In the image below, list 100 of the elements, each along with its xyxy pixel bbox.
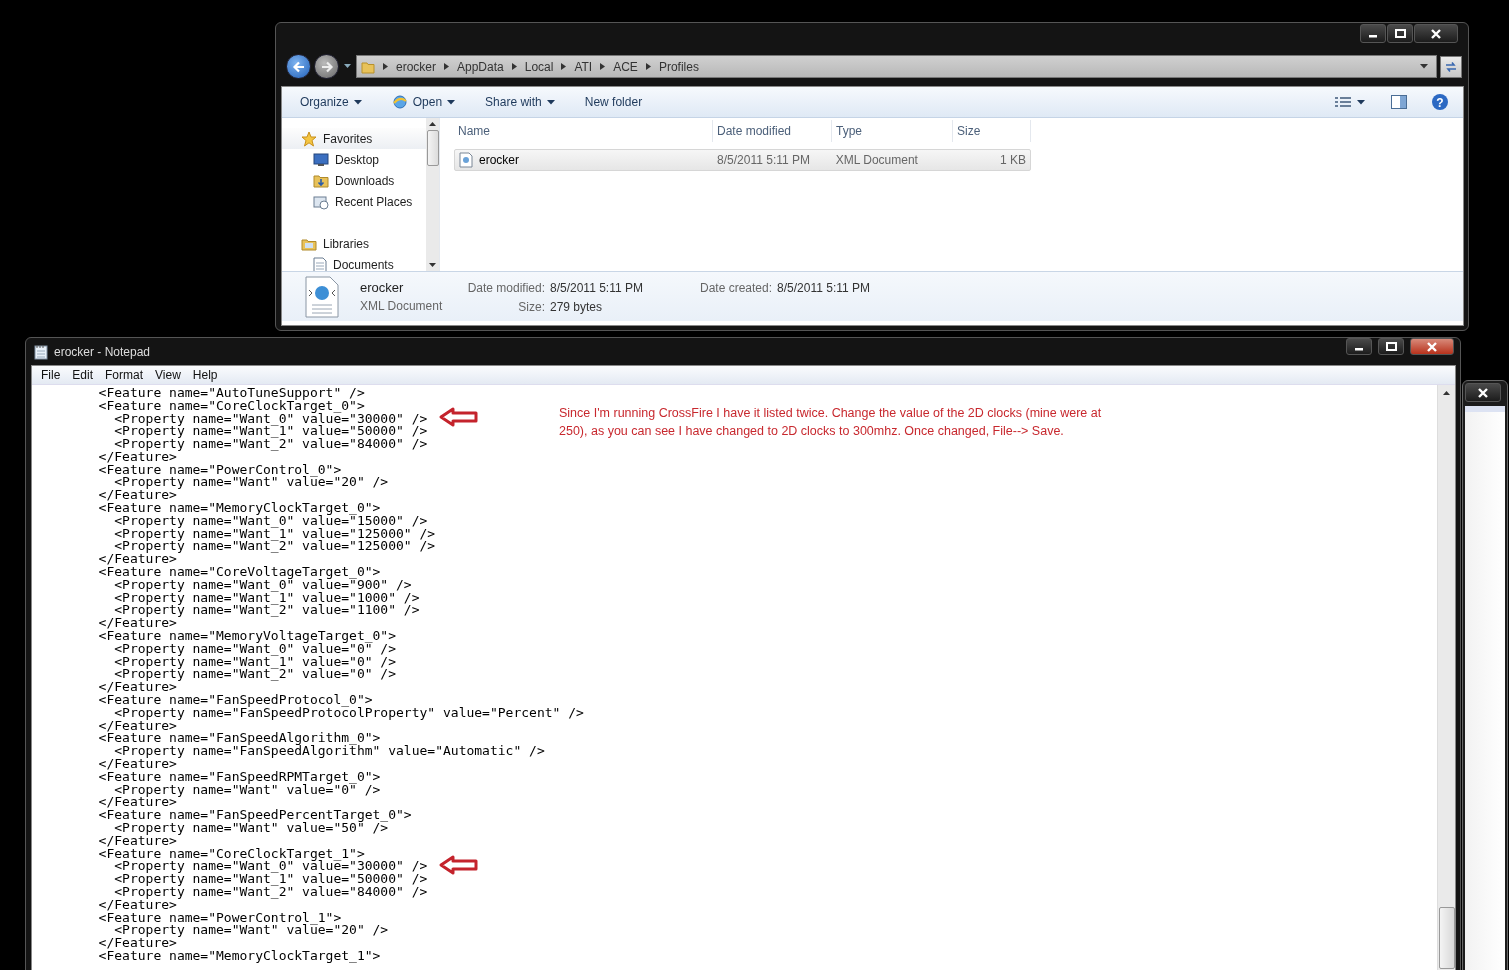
maximize-button[interactable] (1387, 24, 1413, 43)
code-line: <Feature name="FanSpeedProtocol_0"> (97, 693, 373, 707)
code-line: <Property name="Want_0" value="30000" /> (113, 859, 428, 873)
nav-group-item[interactable]: Favorites (282, 128, 426, 149)
breadcrumb-item[interactable]: Profiles (658, 59, 699, 74)
dropdown-caret-icon (1420, 64, 1428, 69)
file-row[interactable]: erocker 8/5/2011 5:11 PM XML Document 1 KB (454, 149, 1031, 171)
folder-icon (361, 59, 375, 74)
forward-arrow-icon (319, 60, 334, 73)
code-line: <Property name="Want_1" value="50000" /> (113, 872, 428, 886)
column-header[interactable]: Type (832, 120, 953, 142)
menu-item[interactable]: Help (186, 368, 224, 382)
code-line: <Property name="Want" value="50" /> (113, 821, 389, 834)
field-label: Date created: (700, 281, 773, 295)
close-icon (1426, 341, 1438, 352)
field-value: 279 bytes (550, 300, 604, 314)
scrollbar[interactable] (1437, 385, 1455, 970)
file-name: erocker (479, 153, 519, 167)
code-line: </Feature> (97, 680, 177, 694)
code-line: <Feature name="AutoTuneSupport" /> (97, 385, 365, 399)
nav-item[interactable]: Recent Places (282, 191, 426, 212)
code-line: <Property name="Want_2" value="84000" /> (113, 885, 428, 898)
code-line: <Feature name="MemoryClockTarget_1"> (97, 948, 381, 962)
toolbar-button[interactable]: Open (383, 90, 464, 114)
field-label: Size: (517, 300, 545, 314)
chevron-icon (444, 63, 449, 70)
caret-icon (344, 64, 351, 69)
toolbar-button[interactable]: New folder (576, 90, 651, 114)
download-folder-icon (313, 172, 329, 189)
code-line: <Feature name="FanSpeedAlgorithm_0"> (97, 731, 381, 745)
menu-item[interactable]: View (149, 368, 187, 382)
refresh-icon (1444, 60, 1458, 73)
breadcrumb-item[interactable]: erocker (396, 59, 436, 74)
back-button[interactable] (286, 54, 311, 79)
minimize-button[interactable] (1346, 338, 1372, 355)
close-button[interactable] (1465, 383, 1501, 402)
scrollbar[interactable] (426, 118, 439, 271)
code-line: </Feature> (97, 552, 177, 566)
close-button[interactable] (1414, 24, 1458, 43)
refresh-button[interactable] (1440, 55, 1462, 78)
code-line: <Feature name="MemoryClockTarget_0"> (97, 501, 381, 515)
toolbar-button[interactable]: Organize (292, 90, 370, 114)
restore-icon (1385, 342, 1397, 351)
menu-item[interactable]: Edit (66, 368, 100, 382)
recent-places-icon (313, 193, 329, 210)
file-size: 1 KB (999, 153, 1027, 167)
maximize-button[interactable] (1378, 338, 1404, 355)
code-line: <Property name="FanSpeedAlgorithm" value="Automatic" /> (113, 744, 545, 758)
code-line: <Property name="Want" value="20" /> (113, 923, 389, 937)
view-list-icon (1335, 96, 1351, 108)
breadcrumb-item[interactable]: ACE (613, 59, 638, 74)
close-icon (1477, 387, 1489, 398)
address-bar[interactable]: erocker AppData Local ATI ACE Profiles (356, 55, 1437, 78)
scroll-thumb[interactable] (426, 130, 439, 166)
nav-item[interactable]: Downloads (282, 170, 426, 191)
code-line: <Feature name="PowerControl_0"> (97, 462, 342, 476)
star-icon (301, 130, 317, 147)
code-line: <Feature name="CoreVoltageTarget_0"> (97, 565, 381, 579)
file-type: XML Document (834, 153, 919, 167)
chevron-icon (511, 63, 517, 70)
annotation-text: Since I'm running CrossFire I have it listed twice. Change the value of the 2D clocks (mine were at 250), as you can see I have changed to 2D clocks to 300mhz. Once changed, File--> Save. (559, 405, 1103, 440)
breadcrumb-item[interactable]: Local (524, 59, 554, 74)
caret-icon (447, 99, 456, 105)
code-line: </Feature> (97, 488, 177, 502)
help-icon[interactable]: ? (1431, 93, 1449, 111)
preview-pane-icon[interactable] (1391, 95, 1407, 109)
file-date: 8/5/2011 5:11 PM (716, 153, 812, 167)
toolbar-button[interactable]: Share with (477, 90, 563, 114)
code-line: <Feature name="CoreClockTarget_1"> (97, 846, 365, 860)
code-line: </Feature> (97, 757, 177, 770)
chevron-icon (383, 63, 388, 70)
column-header[interactable]: Size (953, 120, 1031, 142)
code-line: </Feature> (97, 449, 177, 463)
scroll-up-icon (429, 122, 436, 126)
code-line: <Property name="Want" value="20" /> (113, 475, 389, 489)
minimize-button[interactable] (1360, 24, 1386, 43)
close-button[interactable] (1410, 338, 1454, 355)
breadcrumb-item[interactable]: ATI (574, 59, 593, 74)
breadcrumb-item[interactable]: AppData (457, 59, 504, 74)
nav-item[interactable]: Documents (282, 254, 426, 271)
field-label: Date modified: (466, 281, 545, 295)
nav-item[interactable]: Desktop (282, 149, 426, 170)
menu-item[interactable]: File (35, 368, 67, 382)
chevron-icon (645, 63, 651, 70)
code-line: <Feature name="MemoryVoltageTarget_0"> (97, 629, 397, 643)
code-line: <Feature name="FanSpeedPercentTarget_0"> (97, 808, 412, 822)
back-arrow-icon (291, 60, 306, 73)
caret-icon (1357, 99, 1365, 105)
code-line: <Feature name="PowerControl_1"> (97, 910, 342, 924)
scroll-thumb[interactable] (1438, 907, 1455, 969)
column-header[interactable]: Name (454, 120, 713, 142)
caret-icon (353, 99, 362, 105)
close-icon (1430, 28, 1442, 39)
forward-button[interactable] (314, 54, 339, 79)
notepad-icon (34, 343, 48, 360)
globe-e-icon (391, 94, 408, 110)
nav-group-item[interactable]: Libraries (282, 233, 426, 254)
column-header[interactable]: Date modified (713, 120, 832, 142)
code-line: <Property name="Want_2" value="84000" /> (114, 437, 428, 451)
menu-item[interactable]: Format (99, 368, 150, 382)
